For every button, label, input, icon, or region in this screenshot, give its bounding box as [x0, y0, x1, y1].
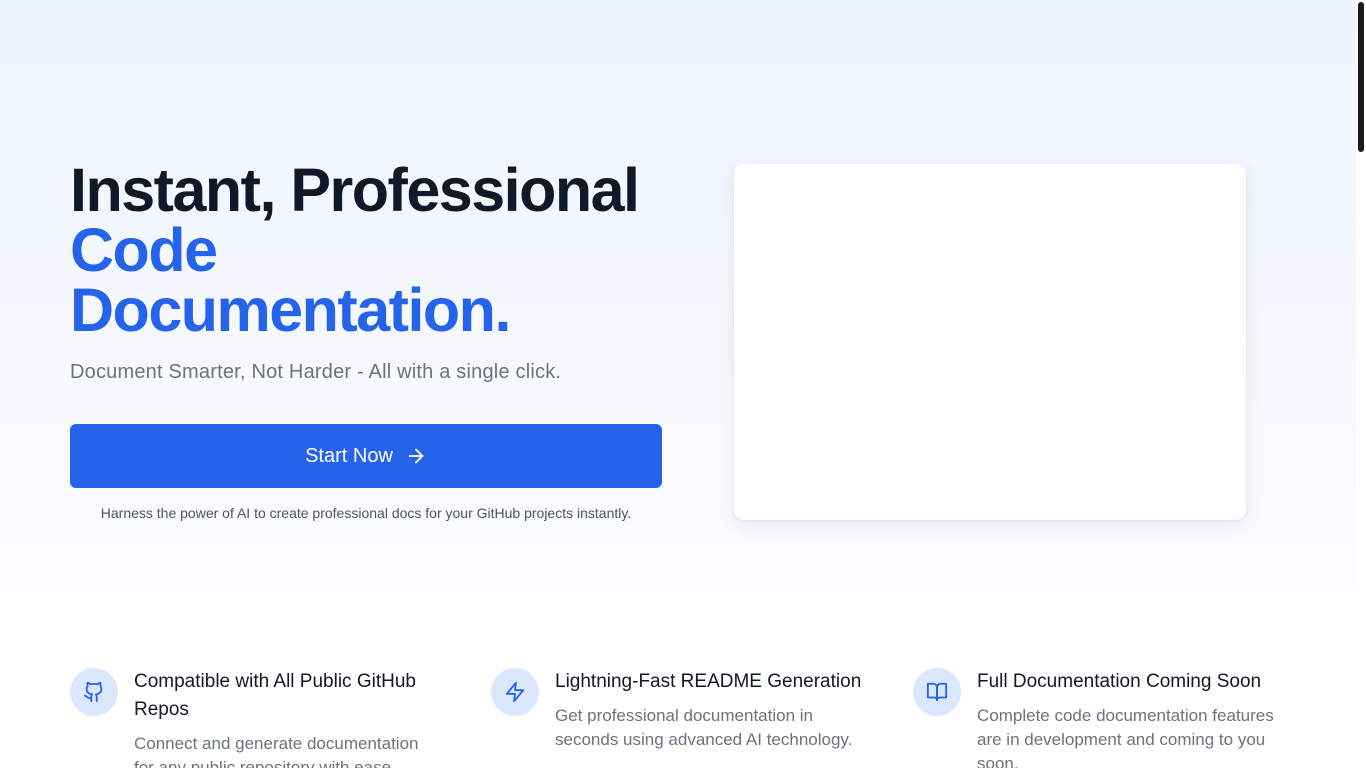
feature-description: Connect and generate documentation for a…: [134, 734, 419, 768]
start-now-label: Start Now: [305, 444, 393, 467]
hero-headline: Instant, Professional Code Documentation…: [70, 156, 690, 344]
feature-icon-badge: [491, 668, 539, 716]
hero-subtitle: Document Smarter, Not Harder - All with …: [70, 361, 562, 383]
feature-description: Get professional documentation in second…: [555, 706, 853, 749]
arrow-right-icon: [408, 448, 424, 464]
book-open-icon: [926, 682, 948, 702]
headline-line-3: Documentation.: [70, 276, 511, 344]
scrollbar[interactable]: [1356, 0, 1366, 768]
github-icon: [83, 681, 103, 703]
feature-title: Compatible with All Public GitHub Repos: [134, 671, 416, 720]
scrollbar-thumb[interactable]: [1358, 2, 1364, 152]
lightning-icon: [505, 681, 525, 703]
cta-note: Harness the power of AI to create profes…: [100, 505, 632, 521]
feature-title: Full Documentation Coming Soon: [977, 671, 1262, 692]
feature-title: Lightning-Fast README Generation: [555, 671, 862, 692]
feature-description: Complete code documentation features are…: [977, 706, 1274, 768]
preview-card: [734, 164, 1246, 520]
start-now-button[interactable]: Start Now: [70, 424, 662, 488]
headline-line-1: Instant, Professional: [70, 156, 640, 224]
headline-line-2: Code: [70, 216, 218, 284]
feature-icon-badge: [70, 668, 118, 716]
feature-icon-badge: [913, 668, 961, 716]
